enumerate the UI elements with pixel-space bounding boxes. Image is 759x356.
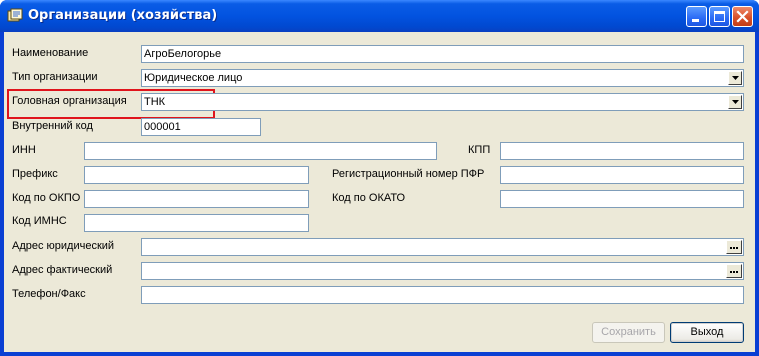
- ellipsis-icon: [736, 247, 738, 249]
- inn-label: ИНН: [12, 144, 36, 156]
- kpp-label: КПП: [468, 144, 491, 156]
- org-type-dropdown-button[interactable]: [728, 71, 742, 85]
- internal-code-field[interactable]: 000001: [141, 118, 261, 136]
- org-type-select[interactable]: Юридическое лицо: [141, 69, 744, 87]
- dialog-window: Организации (хозяйства) Наименование Агр…: [0, 0, 759, 356]
- close-icon: [736, 10, 749, 23]
- okpo-label: Код по ОКПО: [12, 192, 81, 204]
- chevron-down-icon: [732, 76, 739, 80]
- okpo-field[interactable]: [84, 190, 309, 208]
- prefix-field[interactable]: [84, 166, 309, 184]
- internal-code-value: 000001: [144, 121, 181, 133]
- org-type-label: Тип организации: [12, 71, 98, 83]
- name-field[interactable]: АгроБелогорье: [141, 45, 744, 63]
- org-type-value: Юридическое лицо: [144, 72, 243, 84]
- legal-address-field[interactable]: [141, 238, 744, 256]
- form-body: Наименование АгроБелогорье Тип организац…: [4, 32, 755, 352]
- imns-label: Код ИМНС: [12, 215, 67, 227]
- prefix-label: Префикс: [12, 168, 58, 180]
- title-bar[interactable]: Организации (хозяйства): [0, 0, 759, 32]
- internal-code-label: Внутренний код: [12, 120, 93, 132]
- ellipsis-icon: [730, 247, 732, 249]
- ellipsis-icon: [733, 271, 735, 273]
- save-button[interactable]: Сохранить: [592, 322, 665, 343]
- pfr-number-label: Регистрационный номер ПФР: [332, 168, 485, 180]
- window-title: Организации (хозяйства): [28, 8, 218, 23]
- pfr-number-field[interactable]: [500, 166, 744, 184]
- actual-address-browse-button[interactable]: [726, 264, 742, 278]
- maximize-button[interactable]: [709, 6, 730, 27]
- inn-field[interactable]: [84, 142, 437, 160]
- ellipsis-icon: [730, 271, 732, 273]
- close-button[interactable]: [732, 6, 753, 27]
- kpp-field[interactable]: [500, 142, 744, 160]
- minimize-icon: [692, 19, 699, 22]
- maximize-icon: [714, 11, 725, 22]
- name-label: Наименование: [12, 47, 89, 59]
- imns-field[interactable]: [84, 214, 309, 232]
- parent-org-select[interactable]: ТНК: [141, 93, 744, 111]
- parent-org-dropdown-button[interactable]: [728, 95, 742, 109]
- actual-address-field[interactable]: [141, 262, 744, 280]
- chevron-down-icon: [732, 100, 739, 104]
- parent-org-label: Головная организация: [12, 95, 127, 107]
- phone-fax-label: Телефон/Факс: [12, 288, 86, 300]
- okato-label: Код по ОКАТО: [332, 192, 406, 204]
- ellipsis-icon: [733, 247, 735, 249]
- parent-org-value: ТНК: [144, 96, 166, 108]
- legal-address-browse-button[interactable]: [726, 240, 742, 254]
- exit-button[interactable]: Выход: [670, 322, 744, 343]
- minimize-button[interactable]: [686, 6, 707, 27]
- actual-address-label: Адрес фактический: [12, 264, 113, 276]
- phone-fax-field[interactable]: [141, 286, 744, 304]
- legal-address-label: Адрес юридический: [12, 240, 115, 252]
- okato-field[interactable]: [500, 190, 744, 208]
- app-document-icon: [7, 8, 23, 22]
- name-value: АгроБелогорье: [144, 48, 222, 60]
- ellipsis-icon: [736, 271, 738, 273]
